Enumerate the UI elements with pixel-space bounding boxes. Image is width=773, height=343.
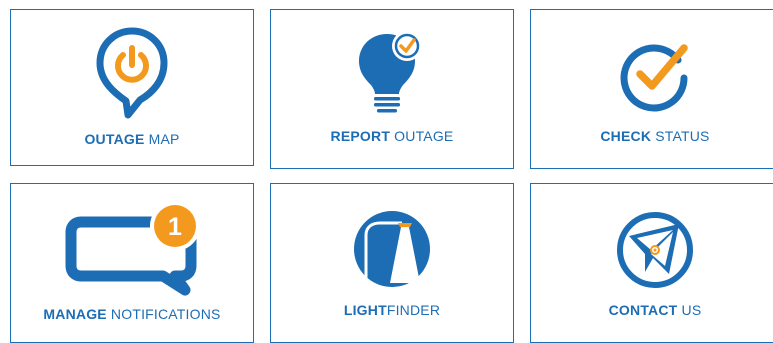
paper-plane-icon [531, 210, 773, 290]
tile-label: CHECK STATUS [600, 128, 710, 144]
power-pin-icon [11, 27, 253, 119]
tile-check-status[interactable]: CHECK STATUS [530, 9, 773, 169]
tile-label: MANAGE NOTIFICATIONS [43, 306, 221, 322]
streetlight-icon [271, 209, 513, 289]
tile-contact-us[interactable]: CONTACT US [530, 183, 773, 343]
tile-outage-map[interactable]: OUTAGE MAP [10, 9, 254, 166]
tile-report-outage[interactable]: REPORT OUTAGE [270, 9, 514, 169]
tile-lightfinder[interactable]: LIGHTFINDER [270, 183, 514, 343]
tile-label: REPORT OUTAGE [330, 128, 454, 144]
notification-badge: 1 [168, 213, 182, 241]
tile-manage-notifications[interactable]: 1 MANAGE NOTIFICATIONS [10, 183, 254, 343]
message-notification-icon: 1 [11, 196, 253, 296]
tile-label: CONTACT US [608, 302, 702, 318]
tile-label: LIGHTFINDER [343, 302, 441, 318]
checkmark-circle-icon [531, 38, 773, 114]
lightbulb-check-icon [271, 30, 513, 116]
tile-label: OUTAGE MAP [84, 131, 180, 147]
